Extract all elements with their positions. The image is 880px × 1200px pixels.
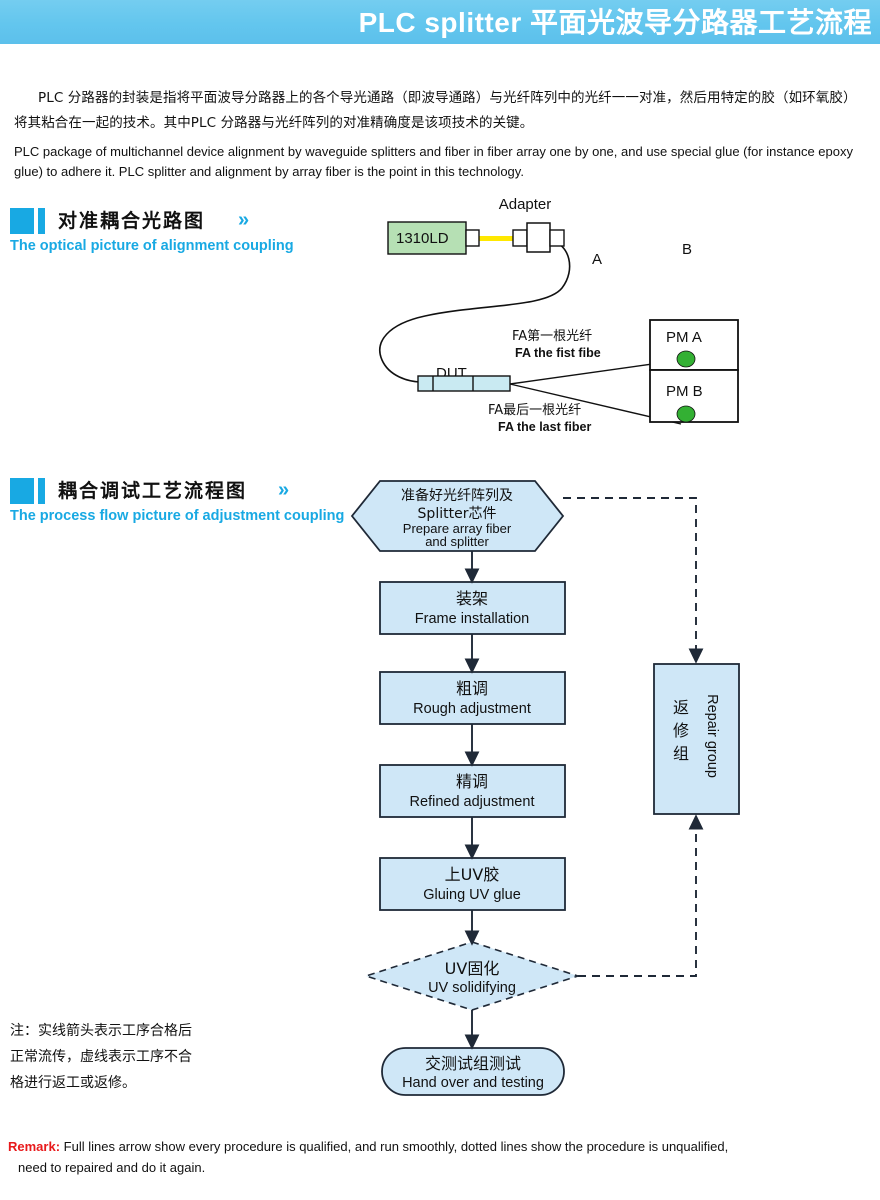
flow-node-start: 准备好光纤阵列及 Splitter芯件 Prepare array fiber …	[350, 480, 565, 552]
flow-node-step-1: 装架 Frame installation	[379, 581, 566, 635]
dut-device	[417, 375, 511, 392]
step-2-label-cn: 粗调	[456, 679, 488, 698]
note-line-3: 格进行返工或返修。	[10, 1075, 136, 1091]
optical-path-diagram: 1310LD Adapter A B DUT FA第一根光纤 FA the fi…	[379, 196, 739, 434]
adapter-right-connector	[549, 229, 565, 247]
chevron-double-right-icon: »	[278, 479, 289, 501]
page-header-band: PLC splitter 平面光波导分路器工艺流程	[0, 0, 880, 46]
path-label-b: B	[682, 241, 692, 258]
fa-last-fiber-label-cn: FA最后一根光纤	[488, 403, 581, 418]
page-title: PLC splitter 平面光波导分路器工艺流程	[358, 7, 872, 39]
dashed-arrow-start-to-repair	[563, 497, 704, 664]
start-label-cn-2: Splitter芯件	[418, 506, 497, 522]
section-subtitle-english: The process flow picture of adjustment c…	[10, 508, 345, 524]
fa-first-fiber-label-en: FA the fist fibe	[515, 346, 601, 360]
section-title-chinese: 耦合调试工艺流程图	[58, 480, 248, 502]
repair-label-cn-char-3: 组	[673, 744, 689, 763]
section-marker-icon	[10, 478, 46, 504]
section-marker-icon	[10, 208, 46, 234]
intro-paragraph-english: PLC package of multichannel device align…	[14, 144, 853, 179]
fiber-curve-path	[379, 239, 571, 383]
step-1-label-en: Frame installation	[415, 611, 529, 627]
step-1-label-cn: 装架	[456, 589, 488, 608]
power-meter-a-label: PM A	[666, 329, 702, 346]
chevron-double-right-icon: »	[238, 209, 249, 231]
adapter-body	[526, 222, 551, 253]
adapter-label: Adapter	[499, 196, 552, 213]
flow-node-end: 交测试组测试 Hand over and testing	[381, 1047, 565, 1096]
step-4-label-en: Gluing UV glue	[423, 887, 521, 903]
step-4-label-cn: 上UV胶	[445, 865, 500, 884]
repair-label-en: Repair group	[704, 694, 720, 778]
remark-text-line-1: Full lines arrow show every procedure is…	[63, 1139, 729, 1154]
section-title-chinese: 对准耦合光路图	[58, 210, 206, 232]
repair-label-cn-char-2: 修	[673, 721, 689, 740]
power-meter-b-label: PM B	[666, 383, 703, 400]
step-2-label-en: Rough adjustment	[413, 701, 531, 717]
end-label-en: Hand over and testing	[402, 1075, 544, 1091]
remark-text-line-2: need to repaired and do it again.	[18, 1160, 206, 1175]
section-heading-optical: 对准耦合光路图 » The optical picture of alignme…	[10, 206, 330, 258]
note-chinese: 注：实线箭头表示工序合格后 正常流传，虚线表示工序不合 格进行返工或返修。	[10, 1018, 250, 1096]
source-label: 1310LD	[396, 230, 449, 247]
intro-block: PLC 分路器的封装是指将平面波导分路器上的各个导光通路（即波导通路）与光纤阵列…	[14, 86, 870, 182]
start-label-en-2: and splitter	[425, 534, 489, 549]
step-3-label-cn: 精调	[456, 772, 488, 791]
remark-block: Remark: Full lines arrow show every proc…	[8, 1136, 874, 1178]
path-label-a: A	[592, 251, 602, 268]
adapter-left-connector	[512, 229, 528, 247]
dashed-arrow-decision-to-repair	[578, 814, 704, 977]
note-line-1: 注：实线箭头表示工序合格后	[10, 1023, 192, 1039]
ld-ferrule-connector	[465, 229, 480, 247]
section-subtitle-english: The optical picture of alignment couplin…	[10, 238, 294, 254]
section-heading-flowchart: 耦合调试工艺流程图 » The process flow picture of …	[10, 476, 350, 528]
fa-first-fiber-label-cn: FA第一根光纤	[512, 329, 592, 344]
remark-label: Remark:	[8, 1139, 61, 1154]
start-label-cn-1: 准备好光纤阵列及	[401, 487, 513, 504]
fa-last-fiber-label-en: FA the last fiber	[498, 420, 591, 434]
flow-node-step-2: 粗调 Rough adjustment	[379, 671, 566, 725]
end-label-cn: 交测试组测试	[425, 1054, 521, 1073]
repair-label-cn-char-1: 返	[673, 698, 689, 717]
power-meter-a-port-icon	[676, 350, 696, 368]
decision-label-en: UV solidifying	[428, 980, 516, 996]
flow-node-step-4: 上UV胶 Gluing UV glue	[379, 857, 566, 911]
flow-node-decision: UV固化 UV solidifying	[363, 941, 581, 1011]
note-line-2: 正常流传，虚线表示工序不合	[10, 1049, 192, 1065]
intro-paragraph-chinese: PLC 分路器的封装是指将平面波导分路器上的各个导光通路（即波导通路）与光纤阵列…	[14, 90, 857, 131]
step-3-label-en: Refined adjustment	[410, 794, 535, 810]
process-flowchart: 准备好光纤阵列及 Splitter芯件 Prepare array fiber …	[350, 480, 740, 1096]
flow-node-step-3: 精调 Refined adjustment	[379, 764, 566, 818]
power-meter-b-port-icon	[676, 405, 696, 423]
decision-label-cn: UV固化	[445, 959, 500, 978]
